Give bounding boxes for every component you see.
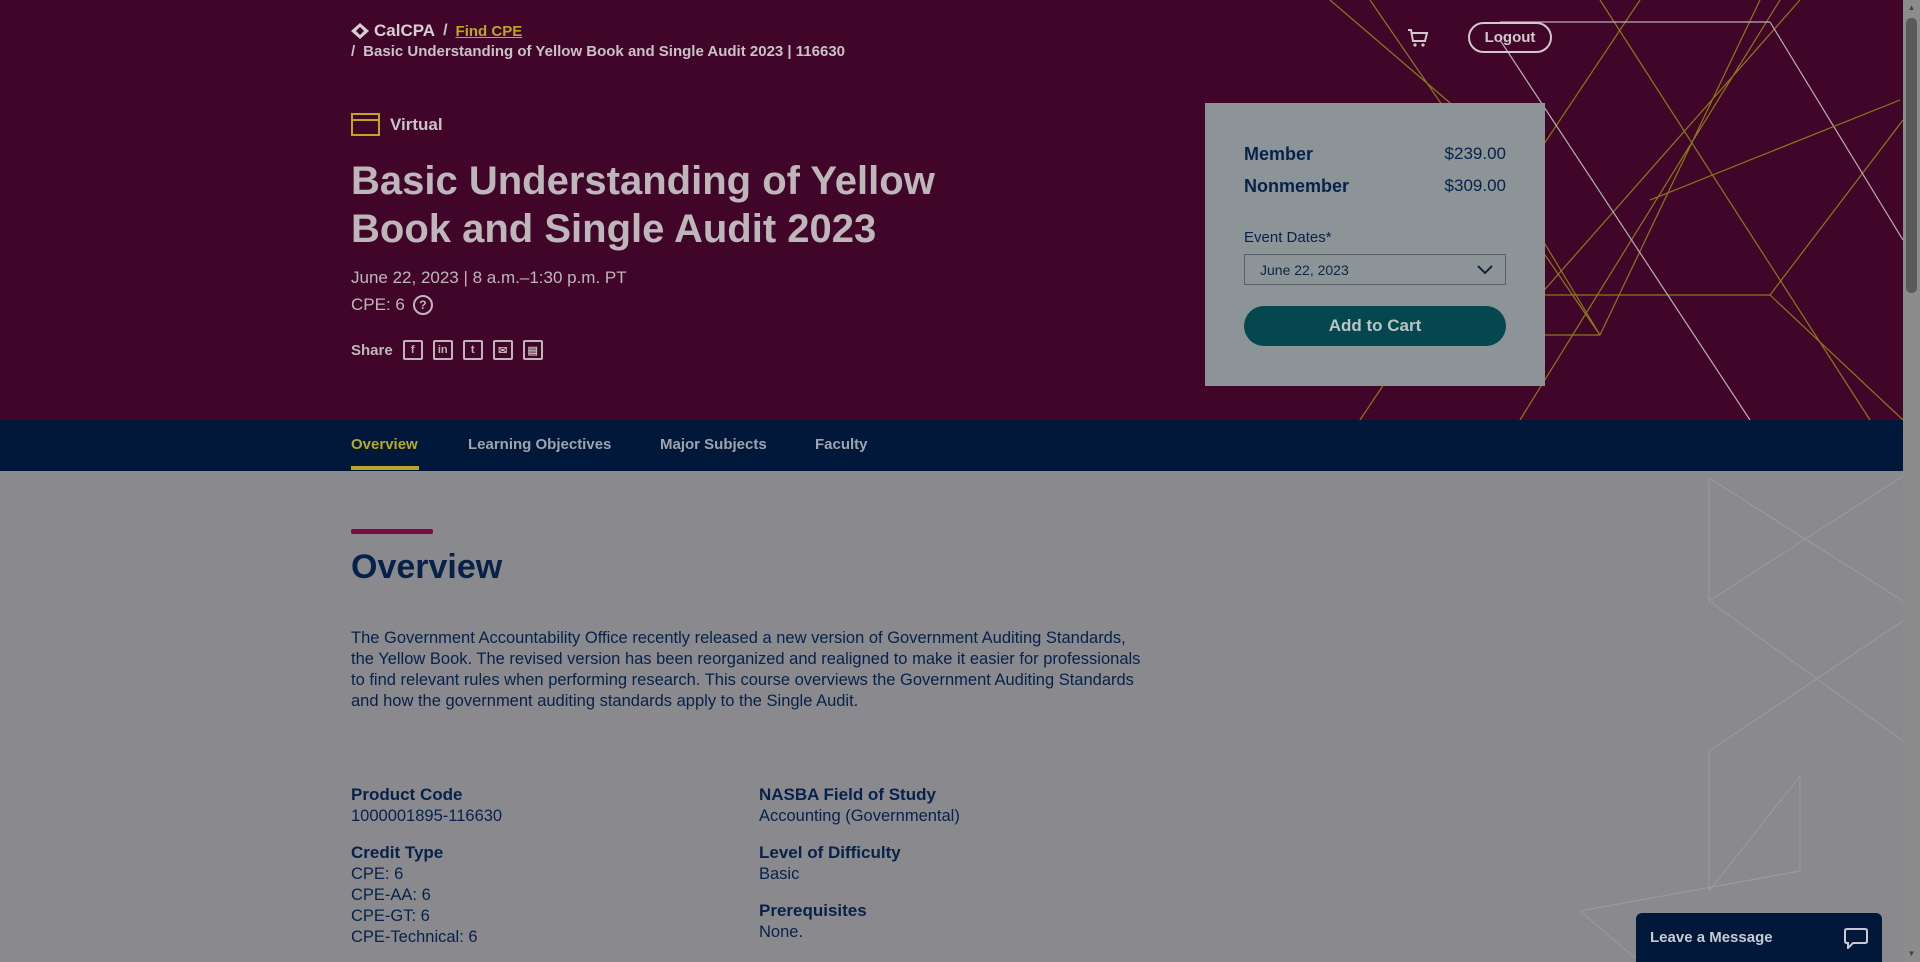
event-dates-label: Event Dates* xyxy=(1244,229,1332,246)
tab-major-subjects[interactable]: Major Subjects xyxy=(660,436,767,453)
field-of-study-block: NASBA Field of Study Accounting (Governm… xyxy=(759,783,1139,827)
tab-learning-objectives[interactable]: Learning Objectives xyxy=(468,436,611,453)
credit-type-item: CPE-GT: 6 xyxy=(351,907,430,925)
linkedin-icon[interactable]: in xyxy=(432,340,453,360)
field-of-study-label: NASBA Field of Study xyxy=(759,785,936,804)
event-date-value: June 22, 2023 xyxy=(1260,261,1349,278)
active-tab-indicator xyxy=(351,466,419,470)
scroll-up-arrow[interactable]: ▲ xyxy=(1906,3,1917,13)
credit-type-item: CPE-AA: 6 xyxy=(351,886,431,904)
email-icon[interactable]: ✉ xyxy=(492,340,513,360)
facebook-icon[interactable]: f xyxy=(402,340,423,360)
member-price: $239.00 xyxy=(1444,144,1506,163)
difficulty-block: Level of Difficulty Basic xyxy=(759,841,1139,885)
breadcrumb-separator: / xyxy=(443,22,448,39)
tab-overview[interactable]: Overview xyxy=(351,436,418,453)
chevron-down-icon xyxy=(1477,264,1493,274)
member-price-row: Member $239.00 xyxy=(1244,144,1506,165)
twitter-icon[interactable]: t xyxy=(462,340,483,360)
info-column-left: Product Code 1000001895-116630 Credit Ty… xyxy=(351,783,731,962)
difficulty-label: Level of Difficulty xyxy=(759,843,901,862)
calcpa-logo-icon xyxy=(351,23,369,39)
credit-type-block: Credit Type CPE: 6 CPE-AA: 6 CPE-GT: 6 C… xyxy=(351,841,731,948)
calcpa-logo[interactable]: CalCPA xyxy=(351,21,435,41)
cart-icon[interactable] xyxy=(1406,26,1430,50)
format-label: Virtual xyxy=(390,114,443,134)
prerequisites-value: None. xyxy=(759,923,804,941)
breadcrumb: CalCPA / Find CPE / Basic Understanding … xyxy=(351,20,845,60)
chat-bubble-icon xyxy=(1844,927,1868,949)
event-date-select[interactable]: June 22, 2023 xyxy=(1244,254,1506,285)
cpe-credits: CPE: 6 ? xyxy=(351,295,433,315)
virtual-browser-icon xyxy=(351,113,380,136)
logout-button[interactable]: Logout xyxy=(1468,22,1552,53)
breadcrumb-separator: / xyxy=(351,43,356,60)
help-icon[interactable]: ? xyxy=(412,295,433,315)
credit-type-label: Credit Type xyxy=(351,843,444,862)
share-label: Share xyxy=(351,341,393,359)
chat-label: Leave a Message xyxy=(1650,929,1773,946)
prerequisites-block: Prerequisites None. xyxy=(759,899,1139,943)
cpe-value: CPE: 6 xyxy=(351,295,405,314)
print-icon[interactable]: ▤ xyxy=(522,340,543,360)
leave-message-widget[interactable]: Leave a Message xyxy=(1636,913,1882,962)
difficulty-value: Basic xyxy=(759,865,800,883)
course-date: June 22, 2023 | 8 a.m.–1:30 p.m. PT xyxy=(351,268,627,287)
breadcrumb-find-cpe-link[interactable]: Find CPE xyxy=(456,23,523,40)
overview-description: The Government Accountability Office rec… xyxy=(351,629,1141,710)
product-code-block: Product Code 1000001895-116630 xyxy=(351,783,731,827)
share-bar: Share f in t ✉ ▤ xyxy=(351,340,543,360)
member-label: Member xyxy=(1244,144,1314,164)
scroll-down-arrow[interactable]: ▼ xyxy=(1906,949,1917,959)
hero-banner: CalCPA / Find CPE / Basic Understanding … xyxy=(0,0,1903,420)
field-of-study-value: Accounting (Governmental) xyxy=(759,807,960,825)
credit-type-item: CPE: 6 xyxy=(351,865,404,883)
product-code-label: Product Code xyxy=(351,785,463,804)
nonmember-label: Nonmember xyxy=(1244,176,1350,196)
nonmember-price: $309.00 xyxy=(1444,176,1506,195)
section-tabs: Overview Learning Objectives Major Subje… xyxy=(0,420,1903,471)
nonmember-price-row: Nonmember $309.00 xyxy=(1244,176,1506,197)
overview-heading: Overview xyxy=(351,548,503,586)
product-code-value: 1000001895-116630 xyxy=(351,807,503,825)
scrollbar-thumb[interactable] xyxy=(1906,18,1917,293)
info-column-right: NASBA Field of Study Accounting (Governm… xyxy=(759,783,1139,957)
credit-type-item: CPE-Technical: 6 xyxy=(351,928,478,946)
section-accent-bar xyxy=(351,529,433,534)
course-title: Basic Understanding of Yellow Book and S… xyxy=(351,159,935,251)
breadcrumb-current: Basic Understanding of Yellow Book and S… xyxy=(363,43,846,60)
course-format: Virtual xyxy=(351,113,443,136)
brand-name: CalCPA xyxy=(374,21,436,40)
tab-faculty[interactable]: Faculty xyxy=(815,436,868,453)
pricing-card: Member $239.00 Nonmember $309.00 Event D… xyxy=(1205,103,1545,386)
prerequisites-label: Prerequisites xyxy=(759,901,867,920)
add-to-cart-button[interactable]: Add to Cart xyxy=(1244,306,1506,346)
